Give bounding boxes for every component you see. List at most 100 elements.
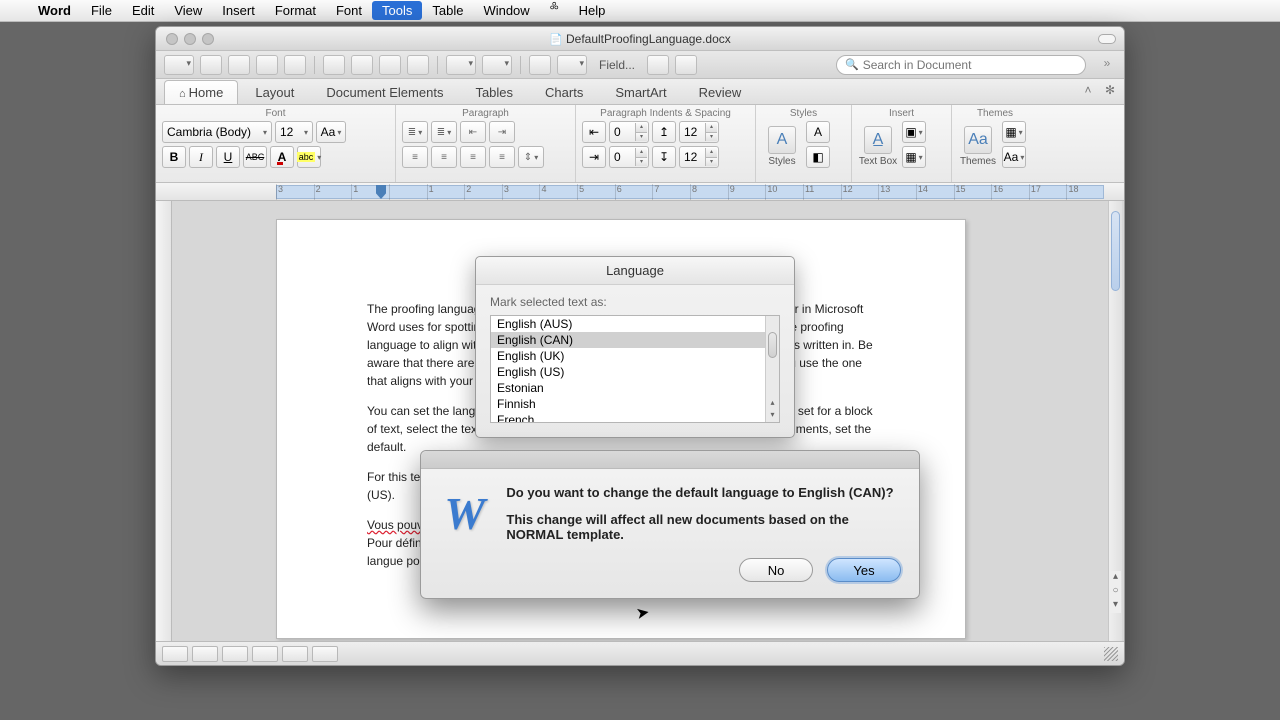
numbering-button[interactable]: ≣ [431,121,457,143]
picture-button[interactable]: ▦ [902,146,926,168]
print-button[interactable] [284,55,306,75]
align-left-button[interactable]: ≡ [402,146,428,168]
styles-button[interactable]: AStyles [762,121,802,171]
language-option[interactable]: French [491,412,779,423]
styles-pane-button[interactable]: ◧ [806,146,830,168]
redo-button[interactable] [482,55,512,75]
font-color-button[interactable] [270,146,294,168]
font-name-select[interactable]: Cambria (Body) [162,121,272,143]
app-menu[interactable]: Word [28,1,81,20]
italic-button[interactable]: I [189,146,213,168]
spacing-after-input[interactable]: 12▴▾ [679,146,719,168]
text-box-button[interactable]: A̲Text Box [858,121,898,171]
search-input[interactable] [863,58,1077,72]
strikethrough-button[interactable]: ABC [243,146,267,168]
no-button[interactable]: No [739,558,813,582]
horizontal-ruler[interactable]: 321123456789101112131415161718 [156,183,1124,201]
increase-indent-button[interactable]: ⇥ [489,121,515,143]
highlight-button[interactable]: abc [297,146,321,168]
sidebar-button[interactable] [557,55,587,75]
view-outline-button[interactable] [192,646,218,662]
language-option[interactable]: English (AUS) [491,316,779,332]
language-option[interactable]: English (US) [491,364,779,380]
media-browser-button[interactable] [675,55,697,75]
view-notebook-button[interactable] [282,646,308,662]
tab-tables[interactable]: Tables [460,80,528,104]
yes-button[interactable]: Yes [827,558,901,582]
decrease-indent-button[interactable]: ⇤ [460,121,486,143]
open-button[interactable] [200,55,222,75]
dialog-prompt: Mark selected text as: [490,295,780,309]
indent-right-input[interactable]: 0▴▾ [609,146,649,168]
language-option[interactable]: Estonian [491,380,779,396]
menu-font[interactable]: Font [326,1,372,20]
tab-layout[interactable]: Layout [240,80,309,104]
show-marks/nonprinting-button[interactable] [529,55,551,75]
list-scrollbar[interactable]: ▴ ▾ [765,316,779,422]
ribbon-options-icon[interactable]: ✻ [1102,83,1118,99]
field-menu[interactable]: Field... [593,58,641,72]
scroll-thumb[interactable] [768,332,777,358]
style-quick-button[interactable]: A [806,121,830,143]
vertical-ruler[interactable] [156,201,172,641]
align-center-button[interactable]: ≡ [431,146,457,168]
copy-button[interactable] [351,55,373,75]
tab-document-elements[interactable]: Document Elements [311,80,458,104]
font-size-select[interactable]: 12 [275,121,313,143]
change-case-button[interactable]: Aa [316,121,346,143]
paste-button[interactable] [379,55,401,75]
menu-table[interactable]: Table [422,1,473,20]
next-page-icon[interactable]: ▾ [1110,599,1121,613]
tab-home[interactable]: ⌂Home [164,80,238,104]
language-option[interactable]: English (CAN) [491,332,779,348]
toolbar-overflow-icon[interactable]: » [1098,56,1116,74]
tab-charts[interactable]: Charts [530,80,598,104]
view-print-button[interactable] [252,646,278,662]
toolbar-pill-icon[interactable] [1098,34,1116,44]
undo-button[interactable] [446,55,476,75]
scroll-thumb[interactable] [1111,211,1120,291]
format-painter-button[interactable] [407,55,429,75]
bullets-button[interactable]: ≣ [402,121,428,143]
language-option[interactable]: Finnish [491,396,779,412]
resize-grip-icon[interactable] [1104,647,1118,661]
prev-page-icon[interactable]: ▴ [1110,571,1121,585]
view-draft-button[interactable] [162,646,188,662]
theme-fonts-button[interactable]: Aa [1002,146,1026,168]
scroll-up-icon[interactable]: ▴ [766,398,779,410]
view-fullscreen-button[interactable] [312,646,338,662]
tab-review[interactable]: Review [684,80,757,104]
menu-file[interactable]: File [81,1,122,20]
themes-button[interactable]: AaThemes [958,121,998,171]
line-spacing-button[interactable]: ⇕ [518,146,544,168]
menu-window[interactable]: Window [473,1,539,20]
vertical-scrollbar[interactable]: ▴ ○ ▾ [1108,201,1122,641]
tab-smartart[interactable]: SmartArt [600,80,681,104]
justify-button[interactable]: ≡ [489,146,515,168]
search-box[interactable]: 🔍 [836,55,1086,75]
language-list[interactable]: English (AUS)English (CAN)English (UK)En… [490,315,780,423]
align-right-button[interactable]: ≡ [460,146,486,168]
spacing-before-input[interactable]: 12▴▾ [679,121,719,143]
indent-left-input[interactable]: 0▴▾ [609,121,649,143]
menu-view[interactable]: View [164,1,212,20]
shapes-button[interactable]: ▣ [902,121,926,143]
bold-button[interactable]: B [162,146,186,168]
menu-help[interactable]: Help [569,1,616,20]
save-button[interactable] [228,55,250,75]
language-option[interactable]: English (UK) [491,348,779,364]
menu-insert[interactable]: Insert [212,1,265,20]
underline-button[interactable]: U [216,146,240,168]
menu-edit[interactable]: Edit [122,1,164,20]
menu-format[interactable]: Format [265,1,326,20]
toolbox-button[interactable] [647,55,669,75]
save-as-button[interactable] [256,55,278,75]
cut-button[interactable] [323,55,345,75]
menu-tools[interactable]: Tools [372,1,422,20]
browse-object-icon[interactable]: ○ [1110,585,1121,599]
theme-colors-button[interactable]: ▦ [1002,121,1026,143]
new-doc-button[interactable] [164,55,194,75]
view-publishing-button[interactable] [222,646,248,662]
scroll-down-icon[interactable]: ▾ [766,410,779,422]
collapse-ribbon-icon[interactable]: ˄ [1080,83,1096,99]
